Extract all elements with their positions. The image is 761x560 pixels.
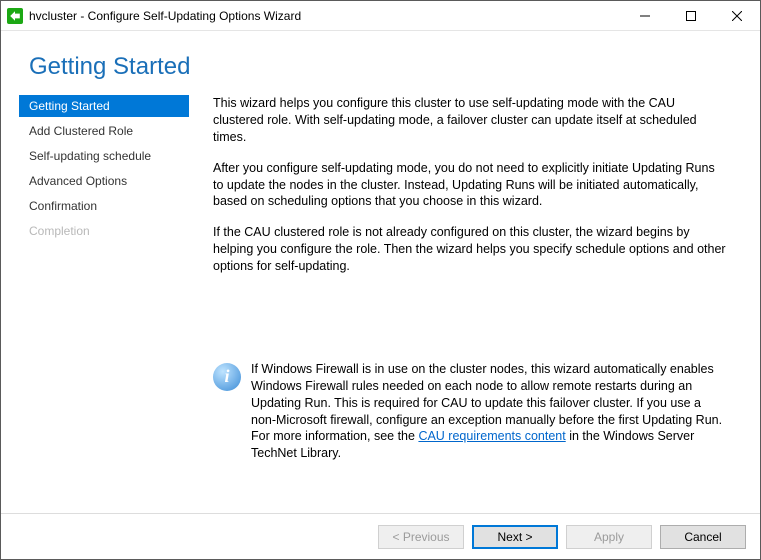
step-completion: Completion — [19, 220, 189, 242]
footer: < Previous Next > Apply Cancel — [1, 513, 760, 559]
step-confirmation[interactable]: Confirmation — [19, 195, 189, 217]
page-header: Getting Started — [1, 31, 760, 95]
steps-sidebar: Getting Started Add Clustered Role Self-… — [1, 95, 189, 462]
titlebar: hvcluster - Configure Self-Updating Opti… — [1, 1, 760, 31]
info-icon — [213, 363, 241, 391]
step-self-updating-schedule[interactable]: Self-updating schedule — [19, 145, 189, 167]
intro-paragraph-1: This wizard helps you configure this clu… — [213, 95, 728, 146]
window-controls — [622, 1, 760, 30]
window-title: hvcluster - Configure Self-Updating Opti… — [29, 9, 622, 23]
step-add-clustered-role[interactable]: Add Clustered Role — [19, 120, 189, 142]
firewall-info: If Windows Firewall is in use on the clu… — [213, 361, 728, 462]
previous-button: < Previous — [378, 525, 464, 549]
firewall-info-text: If Windows Firewall is in use on the clu… — [251, 361, 728, 462]
step-getting-started[interactable]: Getting Started — [19, 95, 189, 117]
next-button[interactable]: Next > — [472, 525, 558, 549]
content: This wizard helps you configure this clu… — [189, 95, 760, 462]
cau-requirements-link[interactable]: CAU requirements content — [418, 429, 565, 443]
app-icon — [7, 8, 23, 24]
close-button[interactable] — [714, 1, 760, 30]
minimize-button[interactable] — [622, 1, 668, 30]
intro-paragraph-3: If the CAU clustered role is not already… — [213, 224, 728, 275]
maximize-button[interactable] — [668, 1, 714, 30]
cancel-button[interactable]: Cancel — [660, 525, 746, 549]
step-advanced-options[interactable]: Advanced Options — [19, 170, 189, 192]
apply-button: Apply — [566, 525, 652, 549]
page-title: Getting Started — [29, 53, 732, 81]
intro-paragraph-2: After you configure self-updating mode, … — [213, 160, 728, 211]
